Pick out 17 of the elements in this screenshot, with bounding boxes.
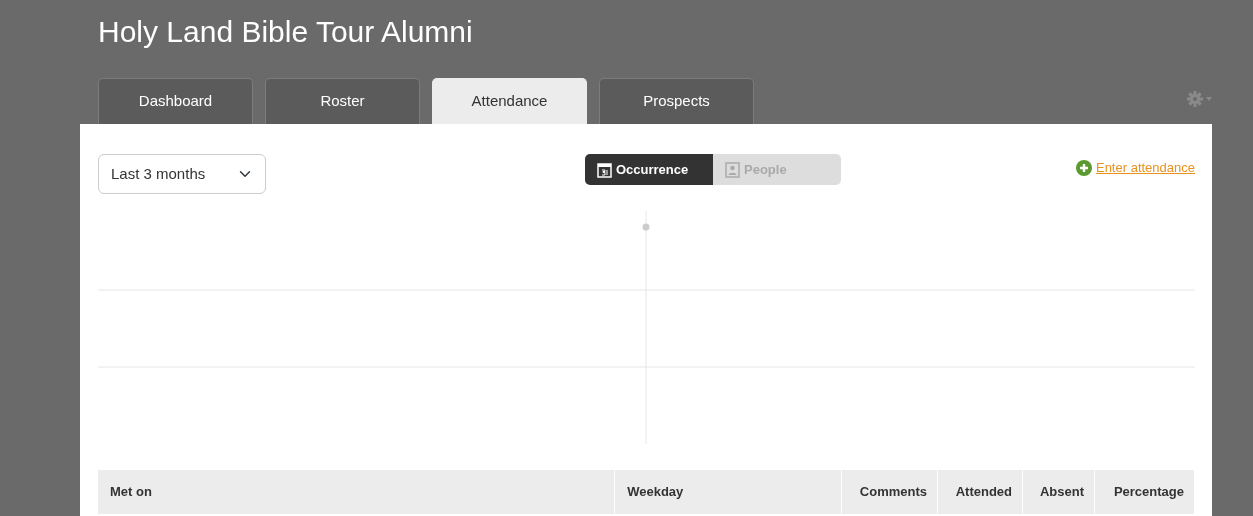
column-header: Met on bbox=[98, 470, 615, 514]
column-header: Weekday bbox=[614, 470, 842, 514]
column-header: Comments bbox=[841, 470, 938, 514]
period-select[interactable]: Last 3 months bbox=[98, 154, 266, 194]
calendar-icon bbox=[597, 161, 612, 178]
tab[interactable]: Dashboard bbox=[98, 78, 253, 124]
page-title: Holy Land Bible Tour Alumni bbox=[98, 14, 474, 50]
person-icon bbox=[725, 161, 740, 178]
column-header: Percentage bbox=[1094, 470, 1195, 514]
settings-icon[interactable] bbox=[1187, 91, 1213, 107]
add-icon bbox=[1075, 159, 1092, 176]
tab[interactable]: Attendance bbox=[432, 78, 587, 124]
tab[interactable]: Prospects bbox=[599, 78, 754, 124]
tab[interactable]: Roster bbox=[265, 78, 420, 124]
column-header: Absent bbox=[1022, 470, 1095, 514]
column-header: Attended bbox=[937, 470, 1023, 514]
view-toggle-button[interactable]: Occurrence bbox=[585, 154, 713, 185]
